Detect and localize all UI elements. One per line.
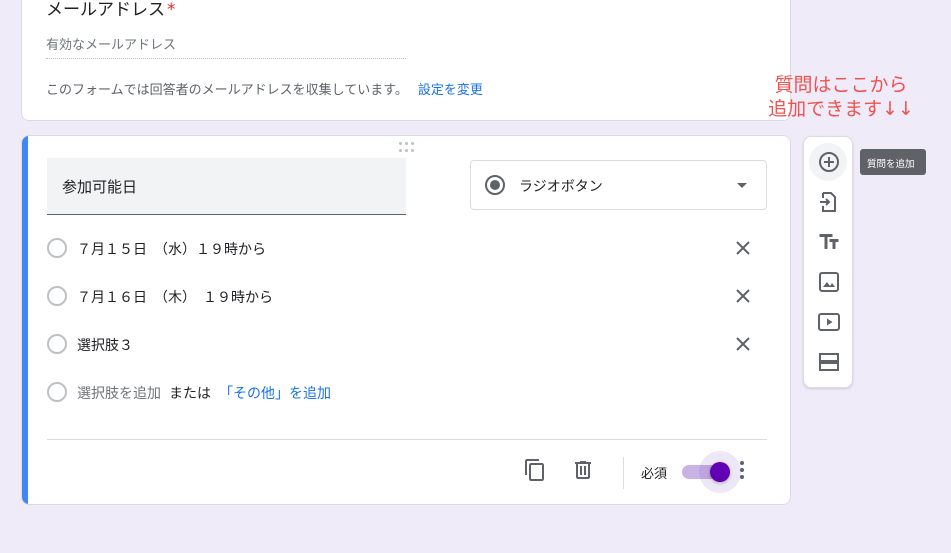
footer-separator — [623, 457, 624, 489]
required-toggle[interactable] — [682, 451, 741, 493]
option-label[interactable]: ７月１６日 （木） １９時から — [77, 287, 273, 307]
email-note-text: このフォームでは回答者のメールアドレスを収集しています。 — [46, 83, 408, 98]
email-title-text: メールアドレス — [46, 0, 165, 20]
add-option-button[interactable]: 選択肢を追加 — [77, 386, 161, 402]
option-item[interactable]: ７月１５日 （水）１９時から — [47, 233, 757, 263]
option-label[interactable]: 選択肢３ — [77, 335, 133, 355]
annotation-line-2: 追加できます↓↓ — [768, 98, 914, 120]
trash-icon[interactable] — [571, 458, 595, 482]
option-item[interactable]: 選択肢３ — [47, 329, 757, 359]
add-title-icon[interactable] — [817, 230, 841, 254]
radio-circle-icon — [47, 238, 67, 258]
required-mark: * — [167, 0, 176, 20]
radio-circle-icon — [47, 382, 67, 402]
close-icon[interactable] — [733, 334, 753, 354]
add-image-icon[interactable] — [817, 270, 841, 294]
toggle-knob[interactable] — [710, 462, 730, 482]
more-vert-icon[interactable] — [730, 458, 754, 482]
email-field[interactable]: 有効なメールアドレス — [46, 31, 406, 59]
change-settings-link[interactable]: 設定を変更 — [418, 83, 483, 98]
add-other-link[interactable]: 「その他」を追加 — [219, 386, 331, 402]
email-title: メールアドレス * — [46, 0, 176, 20]
or-text: または — [169, 386, 211, 402]
active-indicator-bar — [22, 136, 28, 504]
duplicate-icon[interactable] — [523, 458, 547, 482]
close-icon[interactable] — [733, 286, 753, 306]
floating-toolbar — [803, 136, 853, 388]
add-video-icon[interactable] — [817, 310, 841, 334]
question-title-input[interactable]: 参加可能日 — [47, 158, 406, 215]
add-option-label: 選択肢を追加 または 「その他」を追加 — [77, 383, 331, 403]
question-type-select[interactable]: ラジオボタン — [470, 160, 767, 210]
email-card: メールアドレス * 有効なメールアドレス このフォームでは回答者のメールアドレスを… — [21, 0, 791, 121]
option-item[interactable]: ７月１６日 （木） １９時から — [47, 281, 757, 311]
option-label[interactable]: ７月１５日 （水）１９時から — [77, 239, 266, 259]
add-question-tooltip: 質問を追加 — [860, 149, 926, 175]
drag-handle-icon[interactable] — [399, 142, 415, 152]
question-card[interactable]: 参加可能日 ラジオボタン ７月１５日 （水）１９時から ７月１６日 （木） １９… — [21, 135, 791, 505]
add-section-icon[interactable] — [817, 350, 841, 374]
question-type-label: ラジオボタン — [519, 179, 603, 195]
radio-circle-icon — [47, 334, 67, 354]
radio-type-icon — [485, 175, 505, 195]
dropdown-arrow-icon — [737, 183, 747, 188]
radio-circle-icon — [47, 286, 67, 306]
annotation-line-1: 質問はここから — [774, 74, 908, 96]
email-collection-note: このフォームでは回答者のメールアドレスを収集しています。 設定を変更 — [46, 79, 483, 98]
divider — [47, 439, 767, 440]
add-question-icon[interactable] — [817, 150, 841, 174]
import-questions-icon[interactable] — [817, 190, 841, 214]
add-option-row: 選択肢を追加 または 「その他」を追加 — [47, 377, 757, 407]
close-icon[interactable] — [733, 238, 753, 258]
required-label: 必須 — [641, 467, 668, 482]
annotation-text: 質問はここから 追加できます↓↓ — [756, 73, 926, 121]
